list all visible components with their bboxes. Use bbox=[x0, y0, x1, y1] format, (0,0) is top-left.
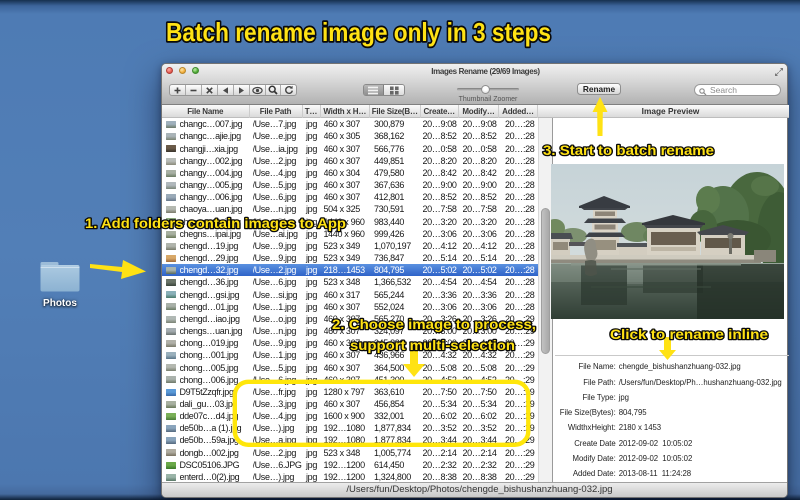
svg-text:support multi-selection: support multi-selection bbox=[350, 338, 515, 353]
svg-text:Batch rename image only in 3 s: Batch rename image only in 3 steps bbox=[166, 17, 551, 47]
svg-text:Click to rename inline: Click to rename inline bbox=[610, 327, 769, 342]
svg-text:3. Start to batch rename: 3. Start to batch rename bbox=[543, 143, 715, 158]
svg-text:2. Choose image to process,: 2. Choose image to process, bbox=[332, 317, 536, 332]
svg-text:1. Add folders contain images: 1. Add folders contain images to App bbox=[85, 216, 346, 231]
